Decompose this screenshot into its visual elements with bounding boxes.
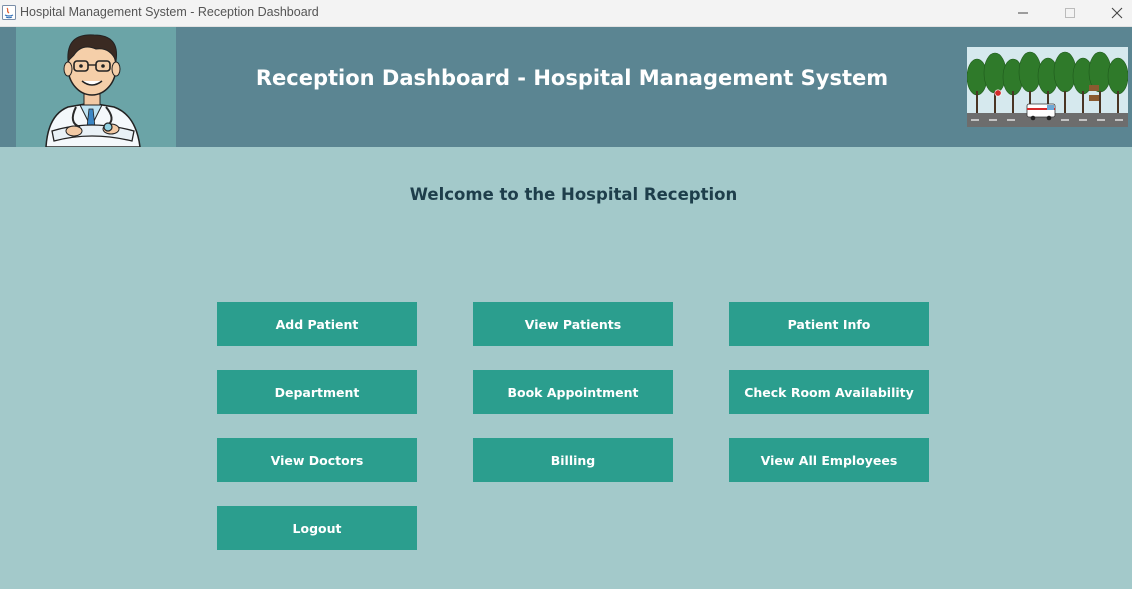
window-title: Hospital Management System - Reception D…	[20, 5, 319, 19]
window-titlebar: Hospital Management System - Reception D…	[0, 0, 1132, 27]
doctor-illustration	[45, 34, 141, 147]
view-doctors-button[interactable]: View Doctors	[217, 438, 417, 482]
add-patient-button[interactable]: Add Patient	[217, 302, 417, 346]
logout-button[interactable]: Logout	[217, 506, 417, 550]
close-button[interactable]	[1094, 0, 1132, 26]
department-button[interactable]: Department	[217, 370, 417, 414]
view-patients-button[interactable]: View Patients	[473, 302, 673, 346]
java-app-icon	[2, 5, 16, 20]
doctor-avatar	[16, 27, 176, 147]
ambulance-scene-illustration	[967, 47, 1128, 127]
ambulance-road-image	[967, 47, 1128, 127]
maximize-icon	[1065, 8, 1075, 18]
close-icon	[1111, 7, 1123, 19]
minimize-button[interactable]	[1000, 0, 1046, 26]
welcome-heading: Welcome to the Hospital Reception	[409, 185, 738, 204]
billing-button[interactable]: Billing	[473, 438, 673, 482]
maximize-button[interactable]	[1047, 0, 1093, 26]
book-appointment-button[interactable]: Book Appointment	[473, 370, 673, 414]
check-room-availability-button[interactable]: Check Room Availability	[729, 370, 929, 414]
view-all-employees-button[interactable]: View All Employees	[729, 438, 929, 482]
page-title: Reception Dashboard - Hospital Managemen…	[255, 66, 889, 90]
minimize-icon	[1018, 12, 1028, 14]
patient-info-button[interactable]: Patient Info	[729, 302, 929, 346]
